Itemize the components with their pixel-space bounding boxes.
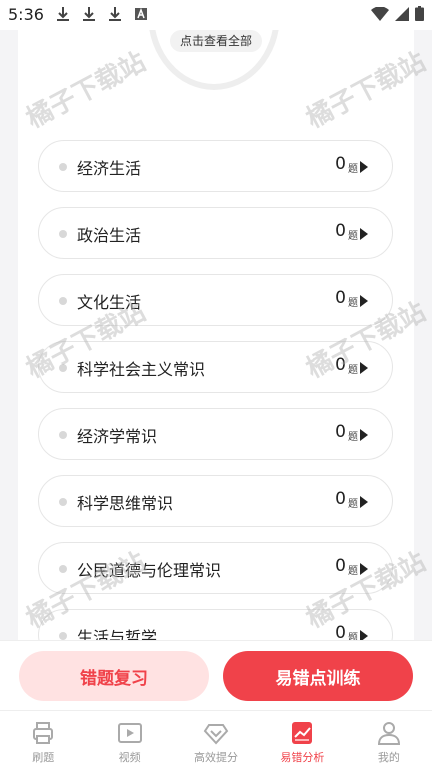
tab-score-boost[interactable]: 高效提分 bbox=[173, 711, 259, 769]
tab-error-analysis[interactable]: 易错分析 bbox=[259, 711, 345, 769]
error-prone-training-button[interactable]: 易错点训练 bbox=[223, 651, 413, 701]
category-label: 经济生活 bbox=[77, 159, 142, 178]
bullet-dot bbox=[59, 632, 67, 640]
mistake-review-button[interactable]: 错题复习 bbox=[19, 651, 209, 701]
chevron-right-icon bbox=[360, 161, 368, 173]
notification-icons bbox=[55, 6, 149, 22]
category-count: 0 bbox=[335, 556, 346, 576]
app-notification-icon bbox=[135, 7, 147, 20]
chevron-right-icon bbox=[360, 362, 368, 374]
category-label: 政治生活 bbox=[77, 226, 142, 245]
category-label: 科学思维常识 bbox=[77, 494, 174, 513]
category-unit: 题 bbox=[348, 365, 358, 376]
video-icon bbox=[117, 723, 142, 743]
chevron-right-icon bbox=[360, 228, 368, 240]
category-unit: 题 bbox=[348, 566, 358, 577]
chart-icon bbox=[292, 722, 313, 744]
category-unit: 题 bbox=[348, 499, 358, 510]
category-item-cultural-life[interactable]: 文化生活 0 题 bbox=[38, 274, 393, 326]
category-count: 0 bbox=[335, 422, 346, 442]
bullet-dot bbox=[59, 565, 67, 573]
category-unit: 题 bbox=[348, 164, 358, 175]
battery-icon bbox=[415, 6, 424, 21]
person-icon bbox=[377, 722, 400, 745]
chevron-right-icon bbox=[360, 563, 368, 575]
category-item-economics[interactable]: 经济学常识 0 题 bbox=[38, 408, 393, 460]
status-time: 5:36 bbox=[8, 5, 44, 24]
category-item-scientific-socialism[interactable]: 科学社会主义常识 0 题 bbox=[38, 341, 393, 393]
download-icon bbox=[83, 7, 95, 21]
category-unit: 题 bbox=[348, 298, 358, 309]
signal-icon bbox=[395, 6, 409, 21]
system-icons bbox=[371, 6, 424, 21]
chevron-right-icon bbox=[360, 295, 368, 307]
download-icon bbox=[109, 7, 121, 21]
category-count: 0 bbox=[335, 288, 346, 308]
chevron-right-icon bbox=[360, 496, 368, 508]
bullet-dot bbox=[59, 364, 67, 372]
printer-icon bbox=[33, 722, 54, 744]
tab-label: 视频 bbox=[118, 751, 141, 764]
category-item-scientific-thinking[interactable]: 科学思维常识 0 题 bbox=[38, 475, 393, 527]
category-unit: 题 bbox=[348, 231, 358, 242]
tab-label: 我的 bbox=[377, 751, 400, 764]
category-label: 公民道德与伦理常识 bbox=[77, 561, 222, 580]
action-bar: 错题复习 易错点训练 bbox=[0, 640, 432, 711]
category-count: 0 bbox=[335, 154, 346, 174]
category-count: 0 bbox=[335, 489, 346, 509]
category-label: 科学社会主义常识 bbox=[77, 360, 206, 379]
bullet-dot bbox=[59, 431, 67, 439]
status-bar: 5:36 bbox=[0, 0, 432, 30]
category-unit: 题 bbox=[348, 432, 358, 443]
bullet-dot bbox=[59, 297, 67, 305]
tab-practice[interactable]: 刷题 bbox=[0, 711, 86, 769]
tab-label: 高效提分 bbox=[194, 751, 239, 764]
category-label: 文化生活 bbox=[77, 293, 142, 312]
wifi-icon bbox=[371, 6, 389, 21]
heart-diamond-icon bbox=[203, 724, 229, 745]
category-count: 0 bbox=[335, 355, 346, 375]
category-item-political-life[interactable]: 政治生活 0 题 bbox=[38, 207, 393, 259]
category-label: 经济学常识 bbox=[77, 427, 158, 446]
tab-profile[interactable]: 我的 bbox=[346, 711, 432, 769]
category-count: 0 bbox=[335, 221, 346, 241]
bullet-dot bbox=[59, 163, 67, 171]
bullet-dot bbox=[59, 230, 67, 238]
bullet-dot bbox=[59, 498, 67, 506]
tab-label: 刷题 bbox=[32, 751, 55, 764]
category-item-civic-ethics[interactable]: 公民道德与伦理常识 0 题 bbox=[38, 542, 393, 594]
chevron-right-icon bbox=[360, 429, 368, 441]
tab-video[interactable]: 视频 bbox=[86, 711, 172, 769]
view-all-button[interactable]: 点击查看全部 bbox=[170, 30, 263, 52]
download-icon bbox=[57, 7, 69, 21]
tab-label: 易错分析 bbox=[280, 751, 325, 764]
category-item-economic-life[interactable]: 经济生活 0 题 bbox=[38, 140, 393, 192]
bottom-tab-bar: 刷题 视频 高效提分 易错分析 我的 bbox=[0, 710, 432, 769]
